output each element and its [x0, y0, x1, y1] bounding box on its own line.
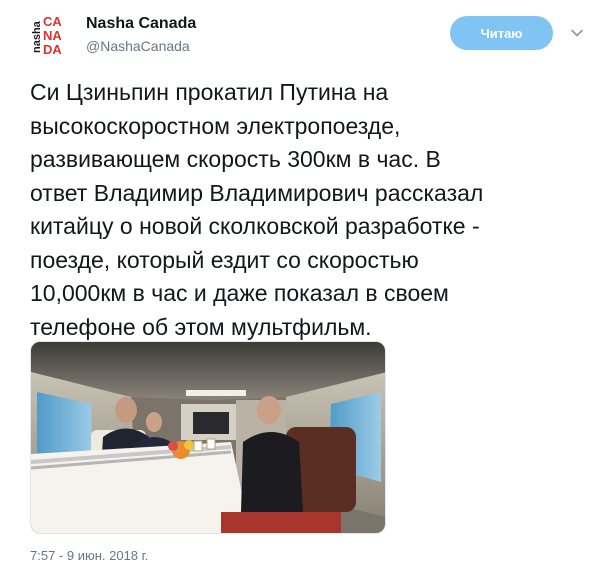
tweet-photo[interactable]: [30, 341, 386, 534]
avatar[interactable]: nasha CA NA DA: [30, 14, 76, 60]
avatar-vertical-text: nasha: [31, 21, 43, 53]
chevron-down-icon[interactable]: [570, 26, 584, 40]
account-handle[interactable]: @NashaCanada: [86, 38, 190, 54]
tweet-text: Си Цзиньпин прокатил Путина на высокоско…: [30, 79, 484, 340]
train-interior-photo: [31, 342, 385, 533]
avatar-logo-letters: CA NA DA: [43, 14, 62, 57]
tweet-timestamp[interactable]: 7:57 - 9 июн. 2018 г.: [30, 548, 148, 563]
account-name[interactable]: Nasha Canada: [86, 15, 196, 33]
following-button[interactable]: Читаю: [450, 16, 553, 50]
